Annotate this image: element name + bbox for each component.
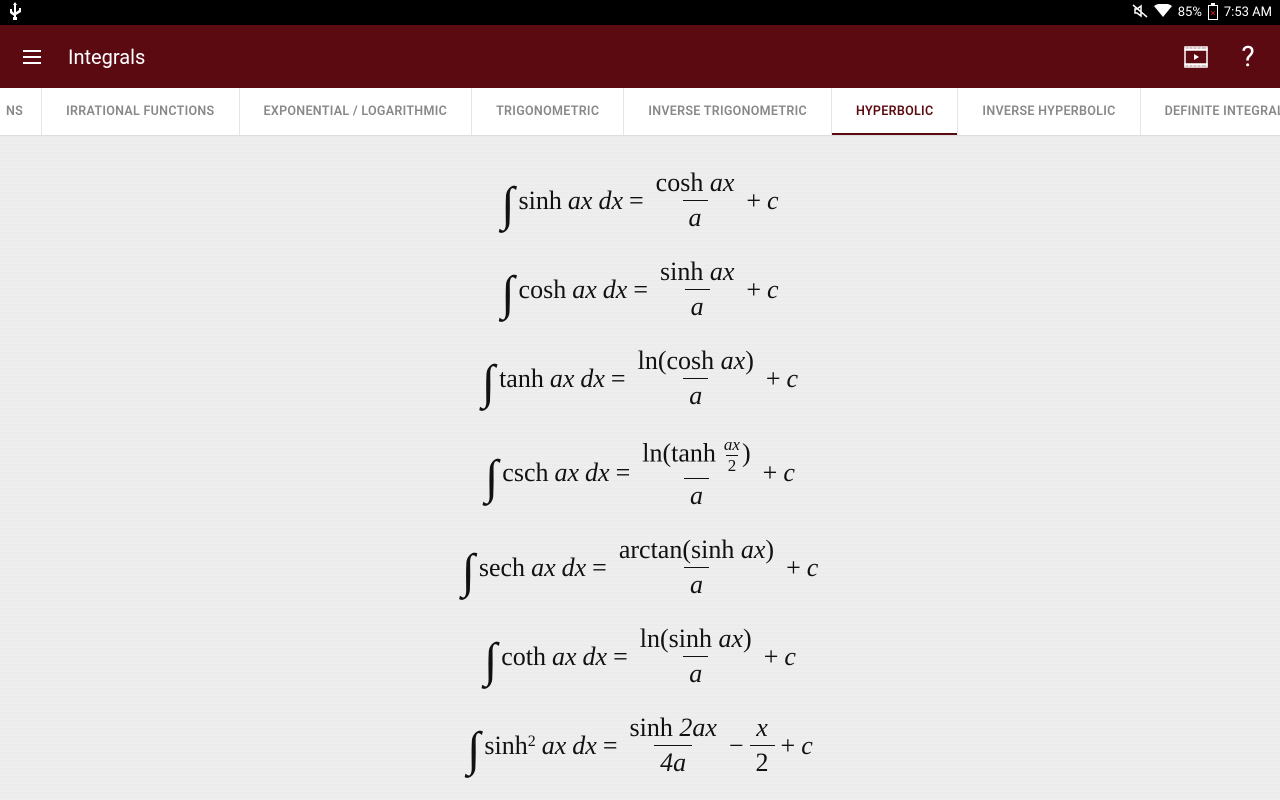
tab-hyperbolic[interactable]: HYPERBOLIC: [832, 88, 958, 135]
mute-icon: [1132, 4, 1148, 22]
video-button[interactable]: [1180, 41, 1212, 73]
battery-text: 85%: [1178, 5, 1202, 20]
tab-explog[interactable]: EXPONENTIAL / LOGARITHMIC: [240, 88, 473, 135]
formula-coth: ∫cothaxdx=ln(sinh ax)a+c: [0, 612, 1280, 701]
formula-tanh: ∫tanhaxdx=ln(cosh ax)a+c: [0, 334, 1280, 423]
formula-sinh: ∫sinhaxdx=cosh axa+c: [0, 156, 1280, 245]
tab-definite[interactable]: DEFINITE INTEGRALS: [1141, 88, 1280, 135]
tab-irrational[interactable]: IRRATIONAL FUNCTIONS: [42, 88, 239, 135]
tab-trig[interactable]: TRIGONOMETRIC: [472, 88, 624, 135]
clock-text: 7:53 AM: [1224, 5, 1272, 20]
tab-ns[interactable]: NS: [0, 88, 42, 135]
hamburger-icon: [23, 50, 41, 64]
video-icon: [1184, 46, 1208, 68]
formula-list[interactable]: ∫sinhaxdx=cosh axa+c∫coshaxdx=sinh axa+c…: [0, 136, 1280, 800]
tab-bar: NSIRRATIONAL FUNCTIONSEXPONENTIAL / LOGA…: [0, 88, 1280, 136]
usb-icon: [8, 2, 22, 24]
tab-invhyp[interactable]: INVERSE HYPERBOLIC: [958, 88, 1140, 135]
wifi-icon: [1154, 4, 1172, 22]
menu-button[interactable]: [16, 41, 48, 73]
android-status-bar: 85% ✕ 7:53 AM: [0, 0, 1280, 25]
formula-sech: ∫sechaxdx=arctan(sinh ax)a+c: [0, 523, 1280, 612]
help-button[interactable]: ?: [1232, 41, 1264, 73]
battery-icon: ✕: [1208, 5, 1218, 20]
app-bar: Integrals ?: [0, 25, 1280, 88]
help-icon: ?: [1241, 40, 1254, 73]
page-title: Integrals: [68, 45, 1160, 69]
formula-csch: ∫cschaxdx=ln(tanhax2)a+c: [0, 423, 1280, 523]
formula-cosh: ∫coshaxdx=sinh axa+c: [0, 245, 1280, 334]
formula-sinh2: ∫sinh2axdx=sinh 2ax4a−x2+c: [0, 701, 1280, 790]
tab-invtrig[interactable]: INVERSE TRIGONOMETRIC: [624, 88, 832, 135]
